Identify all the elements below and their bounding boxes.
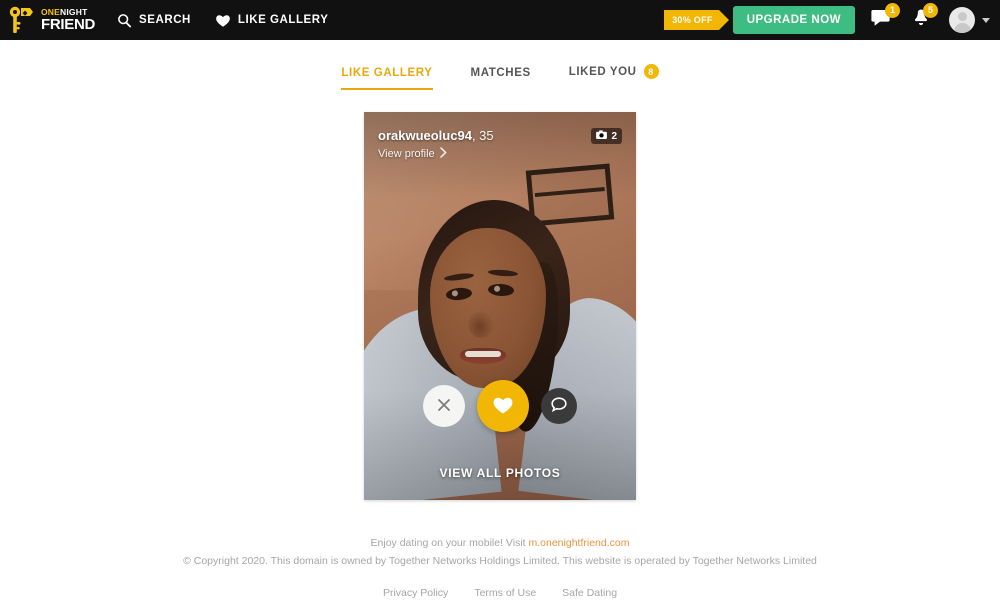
heart-icon	[492, 395, 514, 418]
site-logo[interactable]: ONENIGHT FRIEND	[8, 5, 95, 35]
footer-mobile-link[interactable]: m.onenightfriend.com	[529, 537, 630, 549]
profile-card[interactable]: orakwueoluc94, 35 View profile 2 VIEW AL…	[364, 112, 636, 500]
like-button[interactable]	[477, 380, 529, 432]
photo-count-badge: 2	[591, 128, 622, 144]
footer-copyright: © Copyright 2020. This domain is owned b…	[183, 555, 817, 567]
logo-text-friend: FRIEND	[41, 16, 96, 34]
profile-age: , 35	[471, 128, 494, 143]
photo-count-value: 2	[611, 130, 617, 142]
chevron-right-icon	[439, 147, 447, 161]
search-icon	[117, 13, 132, 28]
chat-icon	[551, 397, 567, 415]
view-all-photos-link[interactable]: VIEW ALL PHOTOS	[364, 466, 636, 480]
notifications-badge: 5	[923, 2, 938, 18]
footer-mobile-line: Enjoy dating on your mobile! Visit m.one…	[0, 537, 1000, 549]
skip-button[interactable]	[423, 385, 465, 427]
footer-mobile-prefix: Enjoy dating on your mobile! Visit	[370, 537, 529, 549]
photo-overlay	[364, 112, 636, 500]
card-actions	[364, 380, 636, 432]
avatar[interactable]	[949, 7, 975, 33]
footer-links: Privacy Policy Terms of Use Safe Dating	[0, 587, 1000, 599]
footer-link-terms-of-use[interactable]: Terms of Use	[474, 587, 536, 599]
logo-text-one: ONE	[41, 6, 61, 17]
profile-photo	[364, 112, 636, 500]
tab-liked-you-label: LIKED YOU	[568, 65, 637, 78]
promo-discount-label: 30% OFF	[672, 15, 713, 25]
avatar-head	[957, 12, 967, 21]
tab-like-gallery[interactable]: LIKE GALLERY	[341, 67, 433, 90]
footer-link-safe-dating[interactable]: Safe Dating	[562, 587, 617, 599]
keys-icon	[8, 5, 36, 35]
close-icon	[437, 398, 451, 415]
page-body: LIKE GALLERY MATCHES LIKED YOU 8 orakwue…	[0, 40, 1000, 609]
tab-liked-you[interactable]: LIKED YOU 8	[569, 64, 659, 90]
avatar-body	[953, 23, 971, 33]
messages-button[interactable]: 1	[871, 2, 900, 33]
promo-discount-tag[interactable]: 30% OFF	[664, 10, 729, 30]
profile-username: orakwueoluc94	[378, 128, 472, 143]
view-profile-link[interactable]: View profile	[378, 147, 494, 161]
tab-matches-label: MATCHES	[470, 67, 531, 79]
notifications-button[interactable]: 5	[911, 2, 938, 33]
tab-matches[interactable]: MATCHES	[471, 67, 531, 90]
tab-liked-you-badge: 8	[643, 64, 659, 79]
header-actions: 30% OFF UPGRADE NOW 1 5	[664, 2, 990, 34]
card-header: orakwueoluc94, 35 View profile 2	[364, 112, 636, 161]
logo-text-night: NIGHT	[60, 6, 88, 17]
profile-name: orakwueoluc94, 35	[378, 128, 494, 143]
messages-badge: 1	[885, 2, 900, 18]
gallery-grid: orakwueoluc94, 35 View profile 2 VIEW AL…	[0, 112, 1000, 500]
chevron-down-icon[interactable]	[982, 17, 990, 23]
nav-search[interactable]: SEARCH	[117, 13, 191, 28]
site-footer: Enjoy dating on your mobile! Visit m.one…	[0, 537, 1000, 599]
nav-like-gallery-label: LIKE GALLERY	[237, 14, 329, 26]
camera-icon	[596, 130, 608, 142]
nav-like-gallery[interactable]: LIKE GALLERY	[215, 13, 329, 28]
chat-button[interactable]	[541, 388, 577, 424]
view-profile-label: View profile	[378, 148, 435, 160]
site-header: ONENIGHT FRIEND SEARCH LIKE GALLERY 30% …	[0, 0, 1000, 40]
gallery-tabs: LIKE GALLERY MATCHES LIKED YOU 8	[0, 40, 1000, 90]
heart-icon	[215, 13, 231, 28]
footer-link-privacy-policy[interactable]: Privacy Policy	[383, 587, 448, 599]
nav-search-label: SEARCH	[139, 14, 191, 26]
tab-like-gallery-label: LIKE GALLERY	[341, 67, 433, 79]
upgrade-now-button[interactable]: UPGRADE NOW	[732, 6, 855, 34]
